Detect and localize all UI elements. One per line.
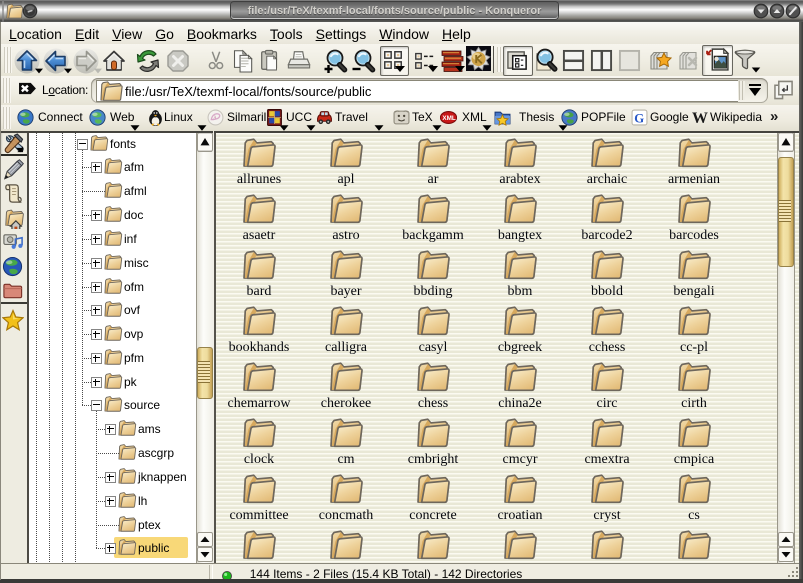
svg-text:XML: XML <box>442 115 456 122</box>
svg-text:G: G <box>634 111 644 125</box>
svg-text:W: W <box>692 110 708 126</box>
